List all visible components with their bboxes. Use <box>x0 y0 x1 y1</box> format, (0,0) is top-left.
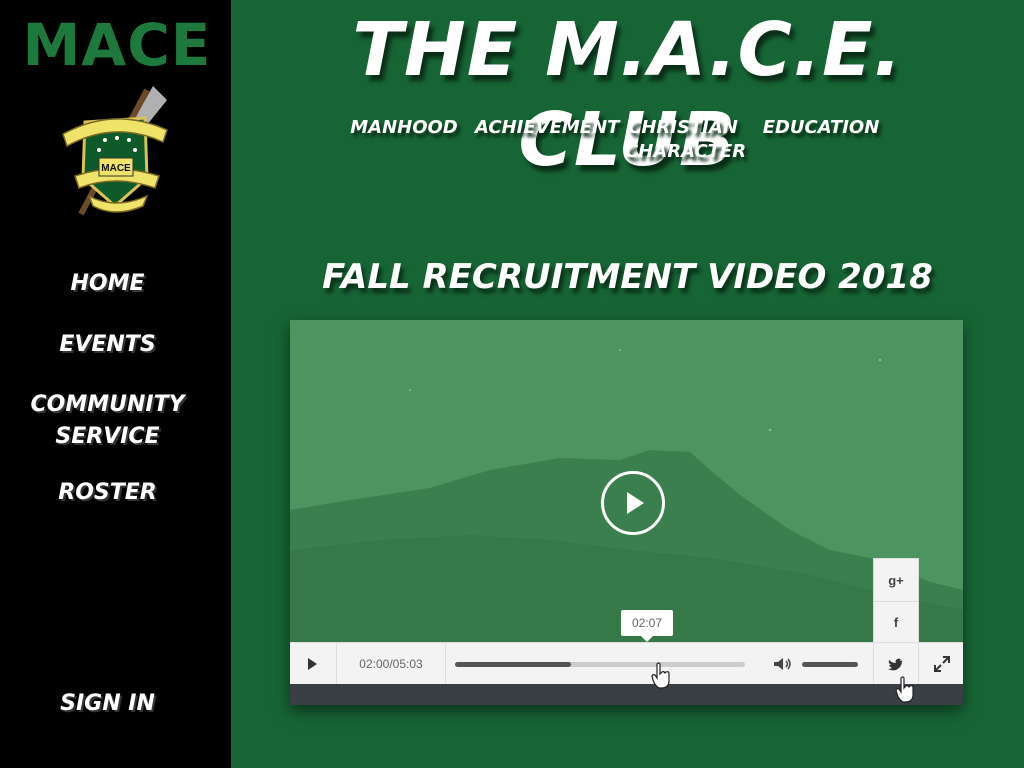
mace-logo-text: MACE <box>22 11 212 79</box>
video-controls: 02:00/05:03 <box>290 642 963 685</box>
volume-slider[interactable] <box>802 662 858 667</box>
seek-tooltip: 02:07 <box>621 610 673 642</box>
google-plus-share-button[interactable]: g+ <box>873 558 919 602</box>
nav-events[interactable]: EVENTS <box>0 329 215 361</box>
hand-cursor-icon <box>651 662 670 689</box>
sidebar: MACE MACE HOME EVENTS COMMUNITY SERVICE … <box>0 0 231 768</box>
video-title: FALL RECRUITMENT VIDEO 2018 <box>322 257 933 297</box>
hand-cursor-icon <box>895 676 914 703</box>
facebook-icon: f <box>893 614 899 630</box>
google-plus-icon: g+ <box>888 572 904 588</box>
play-icon <box>308 658 317 670</box>
nav-service[interactable]: SERVICE <box>0 421 215 453</box>
volume-button[interactable] <box>768 643 798 685</box>
crest-emblem: MACE <box>62 86 168 216</box>
facebook-share-button[interactable]: f <box>873 601 919 643</box>
progress-bar[interactable] <box>455 662 745 667</box>
twitter-icon <box>888 658 903 670</box>
crest-text: MACE <box>101 163 131 174</box>
pillar-manhood: MANHOOD <box>350 117 458 138</box>
pillar-achievement: ACHIEVEMENT <box>475 117 620 138</box>
player-bottom-strip <box>290 684 963 705</box>
fullscreen-button[interactable] <box>920 643 963 685</box>
volume-icon <box>774 658 791 670</box>
nav-home[interactable]: HOME <box>0 268 215 300</box>
fullscreen-icon <box>933 656 950 672</box>
play-button[interactable] <box>290 643 334 685</box>
pillar-christian: CHRISTIAN <box>628 117 738 138</box>
play-overlay-button[interactable] <box>601 471 665 535</box>
time-display: 02:00/05:03 <box>336 643 446 685</box>
pillar-character: CHARACTER <box>625 141 747 162</box>
nav-community[interactable]: COMMUNITY <box>0 389 215 421</box>
sign-in-link[interactable]: SIGN IN <box>0 688 215 720</box>
nav-roster[interactable]: ROSTER <box>0 477 215 509</box>
progress-fill <box>455 662 571 667</box>
pillar-education: EDUCATION <box>762 117 880 138</box>
play-icon <box>627 492 644 514</box>
video-player[interactable]: 02:07 g+ f 02:00/05:03 <box>290 320 963 705</box>
